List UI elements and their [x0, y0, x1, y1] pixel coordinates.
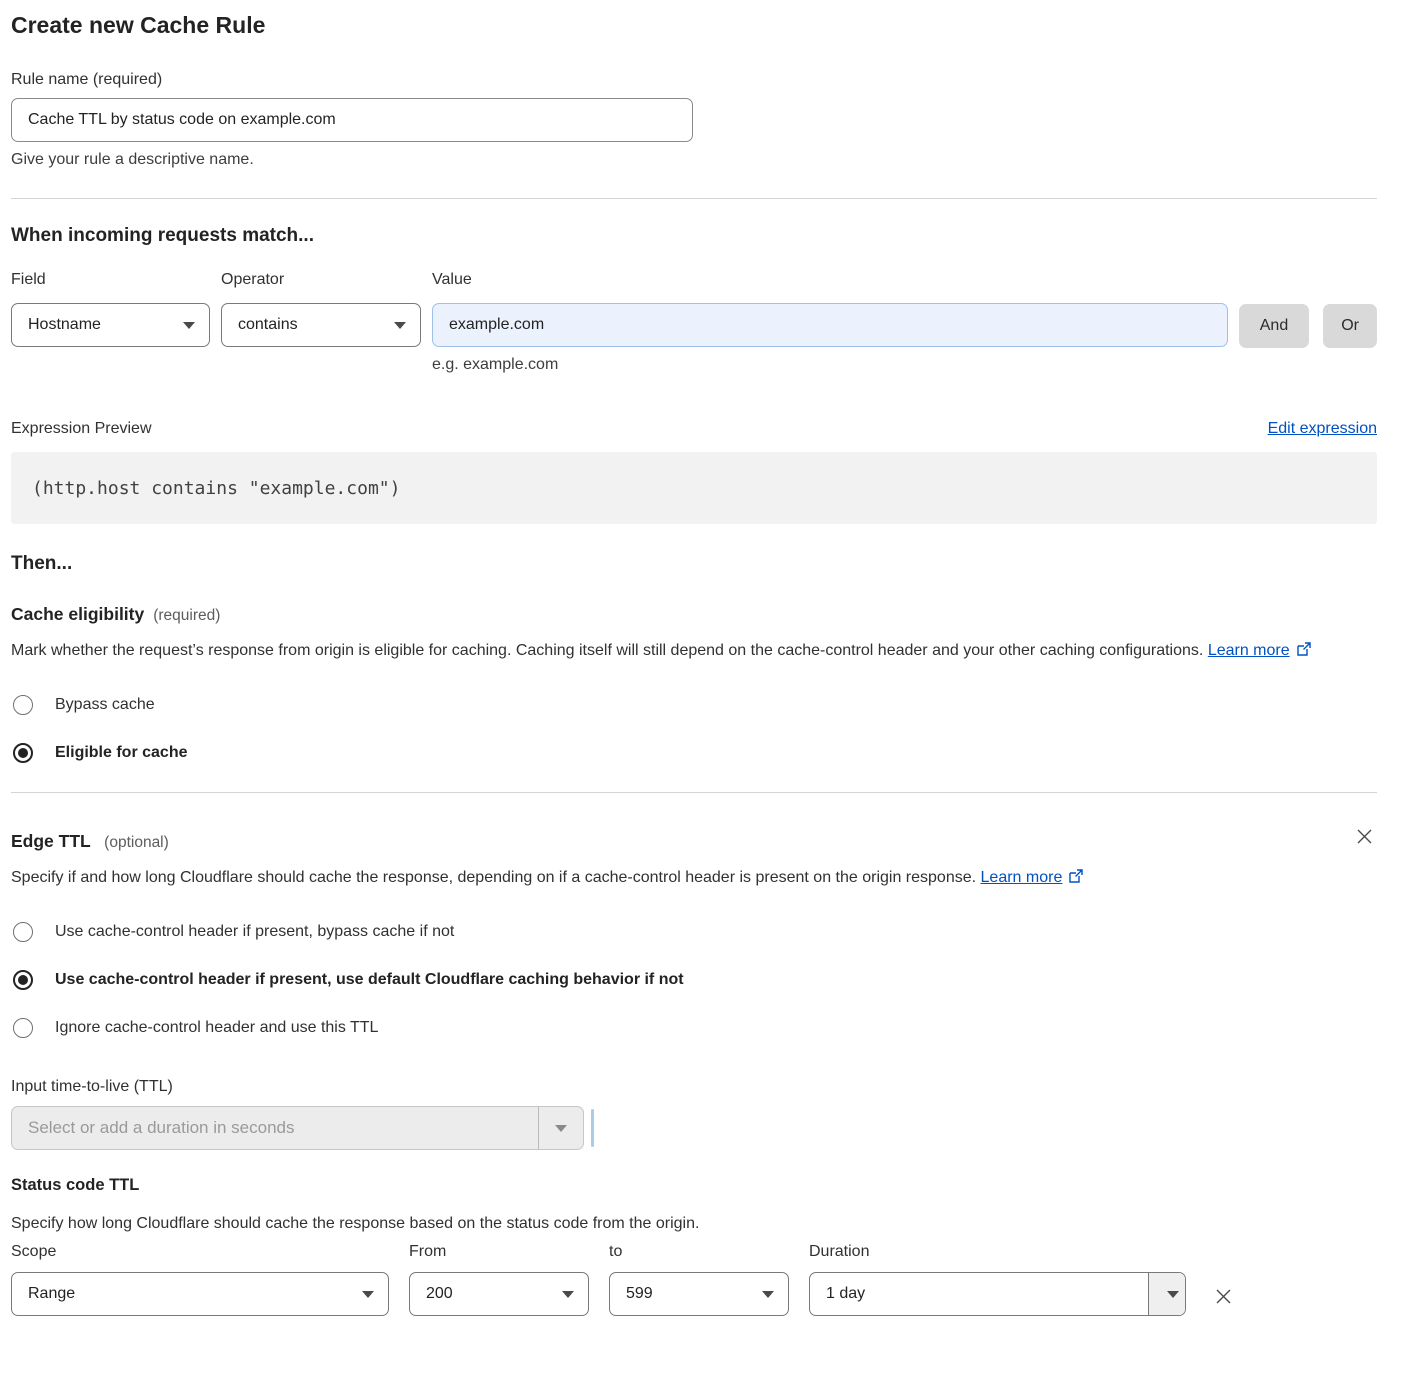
chevron-down-icon — [762, 1291, 774, 1298]
cache-eligibility-description-text: Mark whether the request’s response from… — [11, 642, 1203, 659]
edge-ttl-close-button[interactable] — [1352, 824, 1377, 849]
from-label: From — [409, 1243, 589, 1261]
scope-label: Scope — [11, 1243, 389, 1261]
chevron-down-icon — [562, 1291, 574, 1298]
ttl-select-placeholder: Select or add a duration in seconds — [12, 1107, 538, 1149]
and-button[interactable]: And — [1239, 304, 1309, 348]
ttl-select-row: Select or add a duration in seconds — [11, 1106, 1377, 1150]
then-heading: Then... — [11, 553, 1377, 575]
to-column: to 599 — [609, 1243, 789, 1316]
radio-button-icon[interactable] — [13, 922, 33, 942]
to-label: to — [609, 1243, 789, 1261]
cache-eligibility-learn-more-link[interactable]: Learn more — [1208, 642, 1290, 659]
page-title: Create new Cache Rule — [11, 12, 1377, 39]
section-divider — [11, 198, 1377, 199]
from-select-value: 200 — [426, 1285, 453, 1303]
chevron-down-icon — [362, 1291, 374, 1298]
value-input[interactable] — [432, 303, 1228, 347]
cache-eligibility-heading: Cache eligibility — [11, 604, 144, 625]
ttl-input-label: Input time-to-live (TTL) — [11, 1078, 1377, 1096]
edge-ttl-heading-group: Edge TTL (optional) — [11, 831, 169, 852]
radio-bypass-cache[interactable]: Bypass cache — [11, 695, 1377, 715]
radio-bypass-cache-label[interactable]: Bypass cache — [55, 696, 155, 714]
rule-name-input[interactable] — [11, 98, 693, 142]
section-divider — [11, 792, 1377, 793]
duration-column: Duration 1 day — [809, 1243, 1186, 1316]
operator-select-value: contains — [238, 316, 298, 334]
cache-eligibility-required-note: (required) — [153, 607, 220, 625]
status-code-ttl-row: Scope Range From 200 to 599 Duration 1 d… — [11, 1243, 1377, 1316]
expression-code: (http.host contains "example.com") — [32, 478, 400, 499]
cache-eligibility-heading-row: Cache eligibility (required) — [11, 604, 1377, 625]
edge-ttl-optional-note: (optional) — [104, 834, 169, 851]
to-select-value: 599 — [626, 1285, 653, 1303]
radio-use-header-default-label[interactable]: Use cache-control header if present, use… — [55, 971, 684, 989]
field-select-value: Hostname — [28, 316, 101, 334]
or-button[interactable]: Or — [1323, 304, 1377, 348]
close-icon — [1354, 826, 1375, 847]
radio-eligible-for-cache-label[interactable]: Eligible for cache — [55, 744, 187, 762]
external-link-icon — [1296, 639, 1311, 667]
radio-button-selected-icon[interactable] — [13, 970, 33, 990]
expression-preview-label: Expression Preview — [11, 420, 152, 438]
field-label: Field — [11, 271, 210, 289]
edit-expression-link[interactable]: Edit expression — [1268, 420, 1377, 438]
status-row-remove-button[interactable] — [1211, 1284, 1236, 1309]
rule-name-label: Rule name (required) — [11, 71, 1377, 89]
radio-use-header-bypass-label[interactable]: Use cache-control header if present, byp… — [55, 923, 454, 941]
scope-column: Scope Range — [11, 1243, 389, 1316]
ttl-select-focus-bar — [591, 1109, 594, 1147]
radio-use-header-bypass[interactable]: Use cache-control header if present, byp… — [11, 922, 1377, 942]
status-code-ttl-description: Specify how long Cloudflare should cache… — [11, 1215, 1377, 1233]
rule-name-help: Give your rule a descriptive name. — [11, 151, 1377, 169]
from-select[interactable]: 200 — [409, 1272, 589, 1316]
duration-value: 1 day — [810, 1273, 1148, 1315]
chevron-down-icon — [1167, 1291, 1179, 1298]
radio-button-icon[interactable] — [13, 1018, 33, 1038]
value-label: Value — [432, 271, 1228, 289]
expression-code-block: (http.host contains "example.com") — [11, 452, 1377, 524]
edge-ttl-heading: Edge TTL — [11, 831, 91, 851]
radio-button-selected-icon[interactable] — [13, 743, 33, 763]
operator-label: Operator — [221, 271, 421, 289]
to-select[interactable]: 599 — [609, 1272, 789, 1316]
value-column: Value e.g. example.com — [432, 271, 1228, 374]
chevron-down-icon — [394, 322, 406, 329]
scope-select[interactable]: Range — [11, 1272, 389, 1316]
status-code-ttl-heading: Status code TTL — [11, 1176, 1377, 1195]
close-icon — [1213, 1286, 1234, 1307]
field-column: Field Hostname — [11, 271, 210, 347]
from-column: From 200 — [409, 1243, 589, 1316]
edge-ttl-description: Specify if and how long Cloudflare shoul… — [11, 864, 1119, 894]
cache-eligibility-description: Mark whether the request’s response from… — [11, 637, 1356, 667]
operator-column: Operator contains — [221, 271, 421, 347]
operator-select[interactable]: contains — [221, 303, 421, 347]
radio-eligible-for-cache[interactable]: Eligible for cache — [11, 743, 1377, 763]
radio-button-icon[interactable] — [13, 695, 33, 715]
edge-ttl-description-text: Specify if and how long Cloudflare shoul… — [11, 869, 976, 886]
ttl-select-arrow-box[interactable] — [538, 1107, 583, 1149]
radio-use-header-default[interactable]: Use cache-control header if present, use… — [11, 970, 1377, 990]
radio-ignore-header-label[interactable]: Ignore cache-control header and use this… — [55, 1019, 378, 1037]
external-link-icon — [1068, 866, 1083, 894]
chevron-down-icon — [183, 322, 195, 329]
ttl-duration-select[interactable]: Select or add a duration in seconds — [11, 1106, 584, 1150]
edge-ttl-learn-more-link[interactable]: Learn more — [981, 869, 1063, 886]
expression-header: Expression Preview Edit expression — [11, 420, 1377, 438]
match-condition-row: Field Hostname Operator contains Value e… — [11, 271, 1377, 374]
chevron-down-icon — [555, 1125, 567, 1132]
radio-ignore-header[interactable]: Ignore cache-control header and use this… — [11, 1018, 1377, 1038]
create-cache-rule-page: Create new Cache Rule Rule name (require… — [0, 0, 1412, 1346]
edge-ttl-header-row: Edge TTL (optional) — [11, 824, 1377, 852]
duration-arrow-button[interactable] — [1148, 1273, 1185, 1315]
value-help: e.g. example.com — [432, 356, 1228, 374]
duration-label: Duration — [809, 1243, 1186, 1261]
scope-select-value: Range — [28, 1285, 75, 1303]
duration-combobox[interactable]: 1 day — [809, 1272, 1186, 1316]
match-section-heading: When incoming requests match... — [11, 225, 1377, 247]
field-select[interactable]: Hostname — [11, 303, 210, 347]
